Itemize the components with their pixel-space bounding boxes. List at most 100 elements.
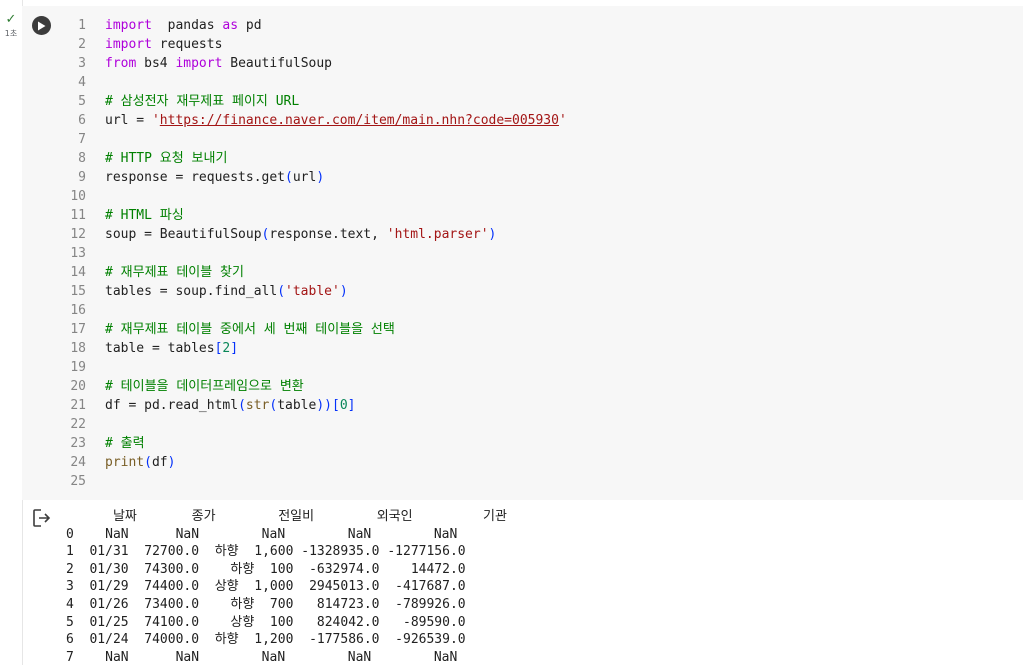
code-token: (: [238, 398, 246, 413]
code-token: from: [105, 56, 137, 71]
code-line[interactable]: 9 response = requests.get(url): [60, 168, 567, 187]
execution-time: 1초: [4, 29, 18, 38]
code-token: url =: [105, 113, 152, 128]
code-token: ]: [230, 341, 239, 356]
code-token: ): [488, 227, 497, 242]
output-line: 6 01/24 74000.0 하향 1,200 -177586.0 -9265…: [66, 632, 466, 648]
line-number: 10: [70, 189, 86, 204]
code-token: print: [105, 455, 145, 470]
line-number: 22: [70, 417, 86, 432]
line-number: 7: [78, 132, 86, 147]
code-line[interactable]: 3 from bs4 import BeautifulSoup: [60, 54, 567, 73]
cell-output: 날짜 종가 전일비 외국인 기관 0 NaN NaN NaN NaN NaN 1 0…: [66, 508, 507, 666]
cell-gutter: ✓ 1초: [0, 0, 23, 665]
code-line[interactable]: 13: [60, 244, 567, 263]
line-number: 5: [78, 94, 86, 109]
code-token: # HTML 파싱: [105, 208, 184, 223]
code-token: # 재무제표 테이블 찾기: [105, 265, 244, 280]
code-line[interactable]: 25: [60, 472, 567, 491]
run-cell-button[interactable]: [32, 16, 51, 35]
code-line[interactable]: 16: [60, 301, 567, 320]
line-number: 11: [70, 208, 86, 223]
code-token: ]: [347, 398, 356, 413]
code-line[interactable]: 22: [60, 415, 567, 434]
line-number: 20: [70, 379, 86, 394]
code-token: requests: [151, 37, 223, 52]
line-number: 12: [70, 227, 86, 242]
code-line[interactable]: 17 # 재무제표 테이블 중에서 세 번째 테이블을 선택: [60, 320, 567, 339]
code-token: import: [105, 37, 152, 52]
code-line[interactable]: 24 print(df): [60, 453, 567, 472]
check-icon: ✓: [5, 12, 17, 27]
code-line[interactable]: 12 soup = BeautifulSoup(response.text, 'h…: [60, 225, 567, 244]
code-token: ))[: [316, 398, 340, 413]
code-line[interactable]: 6 url = 'https://finance.naver.com/item/m…: [60, 111, 567, 130]
output-line: 1 01/31 72700.0 하향 1,600 -1328935.0 -127…: [66, 544, 466, 560]
line-number: 17: [70, 322, 86, 337]
output-line: 2 01/30 74300.0 하향 100 -632974.0 14472.0: [66, 561, 466, 577]
line-number: 1: [78, 18, 86, 33]
line-number: 16: [70, 303, 86, 318]
line-number: 23: [70, 436, 86, 451]
output-exit-icon[interactable]: [32, 508, 52, 528]
code-line[interactable]: 4: [60, 73, 567, 92]
line-number: 18: [70, 341, 86, 356]
code-token: as: [222, 18, 239, 33]
code-token: df: [151, 455, 168, 470]
line-number: 3: [78, 56, 86, 71]
line-number: 21: [70, 398, 86, 413]
code-line[interactable]: 21 df = pd.read_html(str(table))[0]: [60, 396, 567, 415]
code-token: df = pd.read_html: [105, 398, 239, 413]
code-token: (: [277, 284, 286, 299]
code-line[interactable]: 2 import requests: [60, 35, 567, 54]
code-token: 0: [339, 398, 348, 413]
code-token: ): [339, 284, 348, 299]
code-line[interactable]: 8 # HTTP 요청 보내기: [60, 149, 567, 168]
code-token: # 테이블을 데이터프레임으로 변환: [105, 379, 304, 394]
code-line[interactable]: 18 table = tables[2]: [60, 339, 567, 358]
line-number: 13: [70, 246, 86, 261]
code-token: # 삼성전자 재무제표 페이지 URL: [105, 94, 300, 109]
code-token: tables = soup.find_all: [105, 284, 278, 299]
output-line: 4 01/26 73400.0 하향 700 814723.0 -789926.…: [66, 596, 466, 612]
code-token: pd: [238, 18, 262, 33]
code-line[interactable]: 10: [60, 187, 567, 206]
output-line: 날짜 종가 전일비 외국인 기관: [66, 509, 507, 524]
code-token: 'html.parser': [386, 227, 489, 242]
code-token: # HTTP 요청 보내기: [105, 151, 228, 166]
play-icon: [38, 21, 46, 30]
code-token: (: [285, 170, 293, 185]
code-line[interactable]: 5 # 삼성전자 재무제표 페이지 URL: [60, 92, 567, 111]
code-editor[interactable]: 1 import pandas as pd 2 import requests 3 fro…: [60, 16, 567, 491]
code-line[interactable]: 1 import pandas as pd: [60, 16, 567, 35]
code-token: import: [175, 56, 223, 71]
line-number: 14: [70, 265, 86, 280]
line-number: 2: [78, 37, 86, 52]
code-line[interactable]: 20 # 테이블을 데이터프레임으로 변환: [60, 377, 567, 396]
code-token: # 재무제표 테이블 중에서 세 번째 테이블을 선택: [105, 322, 395, 337]
code-token: str: [245, 398, 270, 413]
code-line[interactable]: 23 # 출력: [60, 434, 567, 453]
code-token: soup = BeautifulSoup: [105, 227, 262, 242]
code-token: table = tables: [105, 341, 215, 356]
code-token: pandas: [151, 18, 223, 33]
output-line: 0 NaN NaN NaN NaN NaN: [66, 526, 458, 542]
code-token: ': [151, 113, 160, 128]
code-line[interactable]: 15 tables = soup.find_all('table'): [60, 282, 567, 301]
line-number: 24: [70, 455, 86, 470]
output-line: 5 01/25 74100.0 상향 100 824042.0 -89590.0: [66, 614, 466, 630]
code-token: (: [144, 455, 152, 470]
line-number: 9: [78, 170, 86, 185]
code-token: response = requests.get: [105, 170, 286, 185]
execution-status: ✓ 1초: [2, 12, 20, 39]
output-line: 7 NaN NaN NaN NaN NaN: [66, 649, 458, 665]
code-line[interactable]: 14 # 재무제표 테이블 찾기: [60, 263, 567, 282]
code-line[interactable]: 7: [60, 130, 567, 149]
code-token: bs4: [136, 56, 176, 71]
line-number: 4: [78, 75, 86, 90]
code-line[interactable]: 11 # HTML 파싱: [60, 206, 567, 225]
code-token: BeautifulSoup: [222, 56, 332, 71]
code-token: ): [316, 170, 325, 185]
code-line[interactable]: 19: [60, 358, 567, 377]
code-token: ': [558, 113, 567, 128]
